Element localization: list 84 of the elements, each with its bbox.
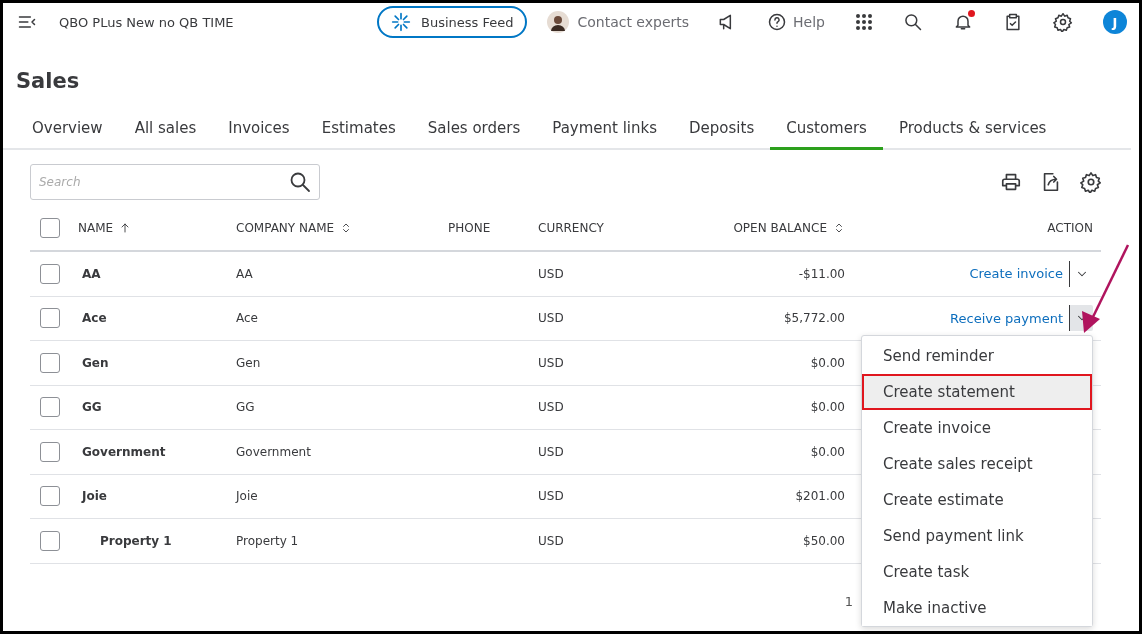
search-button[interactable]	[903, 12, 923, 32]
customer-name: GG	[81, 400, 103, 415]
open-balance: -$11.00	[797, 266, 845, 281]
open-balance: $0.00	[809, 400, 845, 415]
page-number[interactable]: 1	[844, 593, 853, 609]
currency: USD	[538, 266, 565, 281]
company-name: GG	[236, 400, 256, 415]
business-feed-button[interactable]: Business Feed	[376, 6, 528, 38]
column-header[interactable]: COMPANY NAME	[236, 221, 448, 235]
menu-item[interactable]: Create sales receipt	[862, 445, 1092, 482]
notifications-button[interactable]	[953, 12, 973, 32]
row-checkbox[interactable]	[40, 397, 60, 418]
tab[interactable]: Sales orders	[411, 111, 537, 150]
menu-item[interactable]: Send payment link	[862, 517, 1092, 554]
printer-icon	[1000, 171, 1022, 193]
apps-button[interactable]	[855, 13, 873, 31]
tab[interactable]: Products & services	[882, 111, 1063, 150]
customer-name: Joie	[80, 489, 108, 504]
settings-button[interactable]	[1053, 12, 1073, 32]
menu-item[interactable]: Create task	[862, 553, 1092, 590]
customer-name: Property 1	[99, 533, 173, 548]
company-name: Ace	[236, 311, 259, 326]
action-link[interactable]: Create invoice	[969, 266, 1063, 282]
avatar-icon	[547, 11, 570, 33]
open-balance: $5,772.00	[782, 311, 845, 326]
open-balance: $50.00	[802, 533, 845, 548]
select-all-checkbox[interactable]	[40, 218, 60, 238]
user-avatar[interactable]: J	[1103, 10, 1127, 34]
company-name: Property 1	[236, 533, 300, 548]
currency: USD	[538, 533, 565, 548]
tab[interactable]: Deposits	[673, 111, 771, 150]
tab[interactable]: Customers	[770, 111, 883, 150]
action-link[interactable]: Receive payment	[950, 310, 1063, 326]
search-icon	[903, 12, 923, 32]
contact-experts-button[interactable]: Contact experts	[547, 11, 690, 33]
customer-name: Government	[81, 444, 167, 459]
column-header[interactable]: OPEN BALANCE	[700, 221, 845, 235]
search-field[interactable]: Search	[30, 164, 320, 200]
open-balance: $0.00	[809, 444, 845, 459]
row-checkbox[interactable]	[40, 486, 60, 507]
company-name: Joie	[236, 489, 259, 504]
company-name: Gen	[236, 355, 262, 370]
search-icon	[288, 170, 312, 194]
company-name: AA	[236, 266, 254, 281]
tab[interactable]: Overview	[16, 111, 119, 150]
currency: USD	[538, 489, 565, 504]
company-name: Government	[236, 444, 312, 459]
company-name: QBO PLus New no QB TIME	[59, 14, 235, 30]
currency: USD	[538, 444, 565, 459]
row-checkbox[interactable]	[40, 530, 60, 551]
column-header: PHONE	[448, 221, 492, 235]
column-header: ACTION	[1046, 221, 1094, 235]
open-balance: $0.00	[809, 355, 845, 370]
customer-name: Ace	[81, 311, 108, 326]
tab[interactable]: Invoices	[212, 111, 306, 150]
page-title: Sales	[16, 69, 80, 93]
tab[interactable]: All sales	[118, 111, 213, 150]
menu-item[interactable]: Make inactive	[862, 589, 1092, 626]
row-checkbox[interactable]	[40, 441, 60, 462]
row-checkbox[interactable]	[40, 352, 60, 373]
currency: USD	[538, 400, 565, 415]
menu-item[interactable]: Create invoice	[862, 409, 1092, 446]
sparkle-icon	[390, 12, 411, 32]
tab[interactable]: Estimates	[305, 111, 412, 150]
open-balance: $201.00	[794, 489, 845, 504]
settings-icon	[1080, 171, 1102, 193]
column-header[interactable]: NAME	[78, 221, 236, 235]
column-header: CURRENCY	[538, 221, 605, 235]
customer-name: AA	[81, 266, 102, 281]
row-checkbox[interactable]	[40, 308, 60, 329]
settings-icon	[1053, 12, 1073, 32]
tasks-button[interactable]	[1003, 12, 1023, 32]
currency: USD	[538, 355, 565, 370]
currency: USD	[538, 311, 565, 326]
clipboard-icon	[1003, 12, 1023, 32]
grid-icon	[855, 13, 873, 31]
menu-item[interactable]: Send reminder	[862, 337, 1092, 374]
row-checkbox[interactable]	[40, 263, 60, 284]
customer-name: Gen	[81, 355, 110, 370]
tab[interactable]: Payment links	[536, 111, 674, 150]
help-icon	[767, 12, 788, 32]
menu-item[interactable]: Create estimate	[862, 481, 1092, 518]
help-button[interactable]: Help	[767, 12, 825, 32]
menu-item[interactable]: Create statement	[862, 373, 1092, 410]
